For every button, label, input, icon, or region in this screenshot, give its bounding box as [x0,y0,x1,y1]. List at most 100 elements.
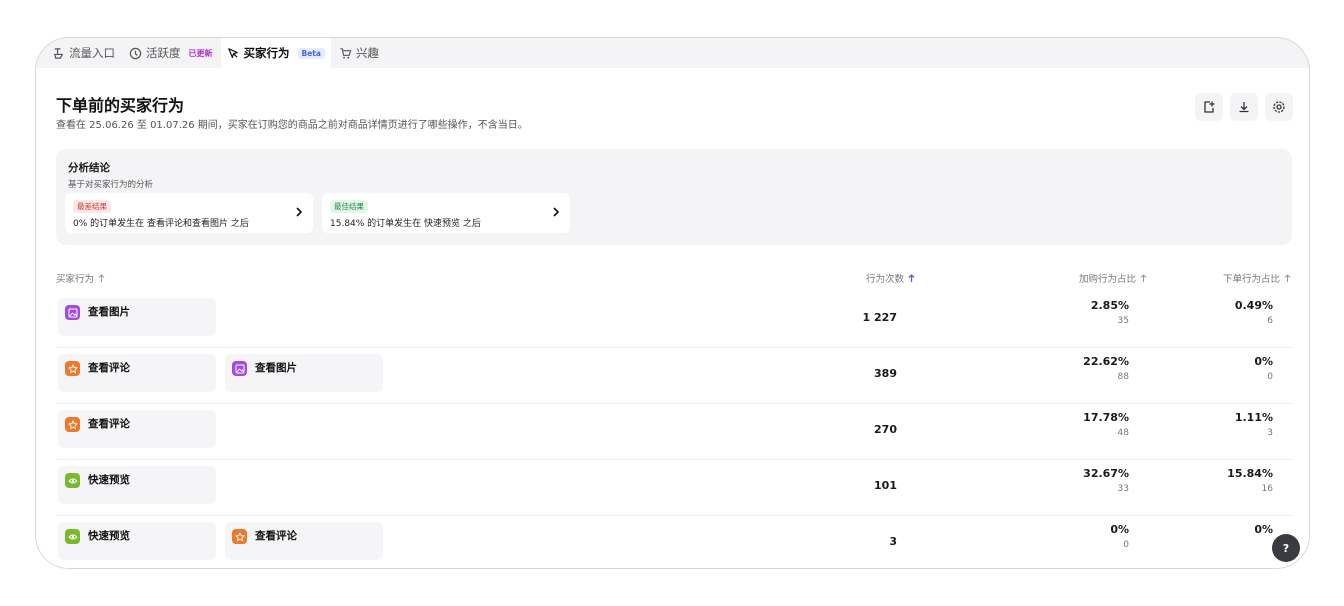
column-header-order-share[interactable]: 下单行为占比 [1223,271,1292,285]
app-frame: 流量入口 活跃度 已更新 买家行为 Beta 兴趣 下单前的买家行为 查看在 2… [35,37,1310,569]
sort-up-icon [98,274,105,282]
action-chip: 查看评论 [225,522,383,560]
image-icon [232,361,247,376]
funnel-icon [54,47,64,59]
cart-pct: 0% [1110,523,1129,536]
order-count: 3 [1267,428,1273,438]
column-label: 加购行为占比 [1078,274,1136,285]
cart-count: 0 [1123,540,1129,550]
tab-label: 流量入口 [69,46,115,60]
download-icon [1239,102,1249,113]
order-pct: 15.84% [1227,467,1273,480]
cart-count: 33 [1117,484,1129,494]
page-title: 下单前的买家行为 [56,96,185,115]
action-label: 查看图片 [255,362,297,374]
main-card: 下单前的买家行为 查看在 25.06.26 至 01.07.26 期间，买家在订… [36,68,1309,568]
table-row[interactable]: 快速预览 101 32.67% 33 15.84% 16 [56,460,1292,516]
order-pct: 0% [1254,523,1273,536]
action-chip: 查看评论 [58,354,216,392]
order-pct: 0.49% [1234,299,1273,312]
tab-interest[interactable]: 兴趣 [333,38,385,68]
cursor-icon [227,47,238,58]
cart-pct: 32.67% [1083,467,1129,480]
finding-card-best[interactable]: 最佳结果 15.84% 的订单发生在 快速预览 之后 [322,193,570,233]
analysis-subtitle: 基于对买家行为的分析 [68,180,154,190]
cart-count: 88 [1117,372,1129,382]
analysis-title: 分析结论 [68,162,110,174]
updated-badge: 已更新 [188,48,213,58]
order-count: 6 [1267,316,1273,326]
order-count: 16 [1261,484,1273,494]
behavior-count: 270 [874,423,897,436]
eye-icon [65,473,80,488]
behavior-count: 101 [874,479,897,492]
analysis-panel: 分析结论 基于对买家行为的分析 最差结果 0% 的订单发生在 查看评论和查看图片… [56,149,1292,245]
finding-text: 0% 的订单发生在 查看评论和查看图片 之后 [73,219,249,229]
cart-pct: 2.85% [1090,299,1129,312]
image-icon [65,305,80,320]
action-label: 快速预览 [88,474,130,486]
tab-label: 活跃度 [146,46,181,60]
column-header-behavior[interactable]: 买家行为 [56,271,106,285]
order-pct: 0% [1254,355,1273,368]
column-label: 下单行为占比 [1222,274,1280,285]
table-row[interactable]: 查看评论 查看图片 389 22.62% 88 0% 0 [56,348,1292,404]
action-chip: 查看图片 [225,354,383,392]
tab-traffic[interactable]: 流量入口 [46,38,121,68]
clock-icon [129,47,142,59]
toolbar [1195,93,1293,121]
finding-card-worst[interactable]: 最差结果 0% 的订单发生在 查看评论和查看图片 之后 [65,193,313,233]
behavior-count: 1 227 [862,311,897,324]
column-label: 行为次数 [865,274,904,285]
settings-button[interactable] [1265,93,1293,121]
behavior-count: 389 [874,367,897,380]
tab-buyer-behavior[interactable]: 买家行为 Beta [220,38,331,68]
table-row[interactable]: 快速预览 查看评论 3 0% 0 0% [56,516,1292,568]
star-icon [65,417,80,432]
worst-result-tag: 最差结果 [73,200,111,213]
action-chip: 查看图片 [58,298,216,336]
table-row[interactable]: 查看图片 1 227 2.85% 35 0.49% 6 [56,292,1292,348]
order-pct: 1.11% [1234,411,1273,424]
cart-pct: 22.62% [1083,355,1129,368]
tab-bar: 流量入口 活跃度 已更新 买家行为 Beta 兴趣 [46,38,385,68]
action-label: 查看评论 [88,418,130,430]
action-label: 查看图片 [88,306,130,318]
sort-up-icon [1140,274,1147,282]
tab-label: 兴趣 [355,46,379,60]
column-label: 买家行为 [56,274,95,285]
export-icon [1204,101,1215,113]
help-button[interactable]: ? [1272,534,1300,562]
column-header-count[interactable]: 行为次数 [866,271,916,285]
sort-up-icon [908,274,915,282]
download-button[interactable] [1230,93,1258,121]
star-icon [65,361,80,376]
action-label: 快速预览 [88,530,130,542]
beta-badge: Beta [297,47,325,59]
action-label: 查看评论 [88,362,130,374]
cart-pct: 17.78% [1083,411,1129,424]
chevron-right-icon [553,207,560,217]
tab-label: 买家行为 [243,46,290,60]
action-chip: 快速预览 [58,522,216,560]
action-chip: 查看评论 [58,410,216,448]
cart-icon [340,47,352,59]
chevron-right-icon [296,207,303,217]
cart-count: 35 [1117,316,1129,326]
settings-icon [1273,101,1285,113]
export-button[interactable] [1195,93,1223,121]
table-row[interactable]: 查看评论 270 17.78% 48 1.11% 3 [56,404,1292,460]
tab-activity[interactable]: 活跃度 已更新 [123,38,219,68]
behavior-count: 3 [889,535,897,548]
eye-icon [65,529,80,544]
star-icon [232,529,247,544]
column-header-cart-share[interactable]: 加购行为占比 [1079,271,1148,285]
sort-up-icon [1284,274,1291,282]
page-subtitle: 查看在 25.06.26 至 01.07.26 期间，买家在订购您的商品之前对商… [56,120,528,131]
best-result-tag: 最佳结果 [330,200,368,213]
cart-count: 48 [1117,428,1129,438]
action-chip: 快速预览 [58,466,216,504]
finding-text: 15.84% 的订单发生在 快速预览 之后 [330,219,481,229]
action-label: 查看评论 [255,530,297,542]
order-count: 0 [1267,372,1273,382]
